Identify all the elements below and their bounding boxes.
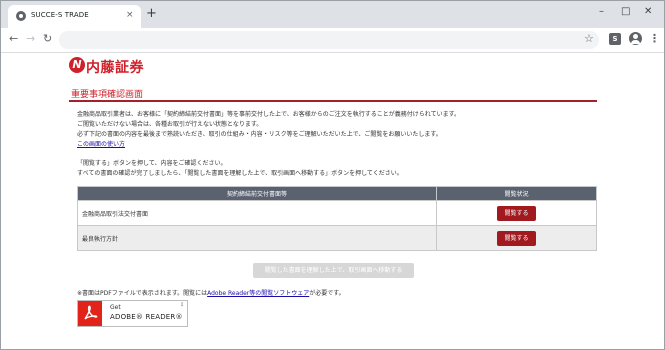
close-window-icon[interactable]: ✕ — [644, 6, 652, 18]
menu-icon[interactable]: ⋮ — [649, 32, 660, 45]
back-icon[interactable]: ← — [9, 32, 18, 46]
table-row: 最良執行方針 閲覧する — [77, 225, 597, 251]
browser-window: SUCCE-S TRADE × + – □ ✕ ← → ↻ ☆ S ⋮ N 内藤… — [0, 0, 665, 350]
minimize-icon[interactable]: – — [599, 6, 604, 18]
pdf-note-suffix: が必要です。 — [309, 290, 345, 297]
reload-icon[interactable]: ↻ — [43, 32, 52, 46]
new-tab-button[interactable]: + — [146, 7, 157, 20]
view-document-button[interactable]: 閲覧する — [497, 205, 536, 221]
instruction-line: すべての書面の確認が完了しましたら、「閲覧した書面を理解した上で、取引画面へ移動… — [77, 170, 403, 177]
intro-line: ご閲覧いただけない場合は、各種お取引が行えない状態となります。 — [77, 121, 263, 128]
logo-text: 内藤証券 — [86, 60, 144, 76]
logo-mark-icon: N — [69, 57, 85, 73]
extension-icon[interactable]: S — [609, 33, 621, 45]
column-header-document: 契約締結前交付書面等 — [77, 186, 437, 201]
heading-divider — [69, 100, 597, 102]
proceed-to-trading-button[interactable]: 閲覧した書面を理解した上で、取引画面へ移動する — [253, 263, 414, 278]
adobe-reader-label: ADOBE® READER® — [110, 313, 183, 321]
maximize-icon[interactable]: □ — [621, 6, 630, 18]
close-icon[interactable]: × — [126, 9, 134, 21]
tab-title: SUCCE-S TRADE — [31, 11, 89, 19]
get-adobe-reader-badge[interactable]: Get ADOBE® READER® ⇩ — [77, 300, 188, 327]
globe-icon — [16, 11, 26, 21]
pdf-note-prefix: ※書面はPDFファイルで表示されます。閲覧には — [77, 290, 208, 297]
profile-icon[interactable] — [629, 32, 642, 45]
forward-icon[interactable]: → — [26, 32, 35, 46]
view-document-button[interactable]: 閲覧する — [497, 230, 536, 246]
document-name: 最良執行方針 — [77, 225, 437, 251]
page-content: N 内藤証券 重要事項確認画面 金融商品取引業者は、お客様に「契約締結前交付書面… — [1, 53, 664, 349]
table-header-row: 契約締結前交付書面等 閲覧状況 — [77, 186, 597, 201]
document-name: 金融商品取引法交付書面 — [77, 200, 437, 226]
star-icon[interactable]: ☆ — [584, 33, 594, 45]
adobe-download-icon: ⇩ — [180, 302, 185, 308]
active-tab[interactable]: SUCCE-S TRADE × — [8, 5, 141, 28]
adobe-reader-link[interactable]: Adobe Reader等の閲覧ソフトウェア — [207, 290, 309, 297]
column-header-status: 閲覧状況 — [436, 186, 597, 201]
adobe-get-label: Get — [110, 304, 121, 311]
tab-strip: SUCCE-S TRADE × + – □ ✕ — [1, 1, 664, 28]
intro-line: 必ず下記の書面の内容を最後まで熟読いただき、取引の仕組み・内容・リスク等をご理解… — [77, 131, 442, 138]
pdf-note: ※書面はPDFファイルで表示されます。閲覧にはAdobe Reader等の閲覧ソ… — [77, 290, 345, 298]
page-title: 重要事項確認画面 — [71, 90, 144, 100]
instruction-line: 「閲覧する」ボタンを押して、内容をご確認ください。 — [77, 160, 227, 167]
usage-link[interactable]: この画面の使い方 — [77, 141, 125, 149]
adobe-pdf-icon — [78, 301, 102, 326]
status-cell: 閲覧する — [436, 225, 597, 251]
intro-line: 金融商品取引業者は、お客様に「契約締結前交付書面」等を事前交付した上で、お客様か… — [77, 111, 460, 118]
documents-table: 契約締結前交付書面等 閲覧状況 金融商品取引法交付書面 閲覧する 最良執行方針 … — [77, 186, 597, 251]
browser-toolbar: ← → ↻ ☆ S ⋮ — [1, 28, 664, 53]
table-row: 金融商品取引法交付書面 閲覧する — [77, 200, 597, 226]
address-bar[interactable]: ☆ — [59, 31, 599, 49]
status-cell: 閲覧する — [436, 200, 597, 226]
